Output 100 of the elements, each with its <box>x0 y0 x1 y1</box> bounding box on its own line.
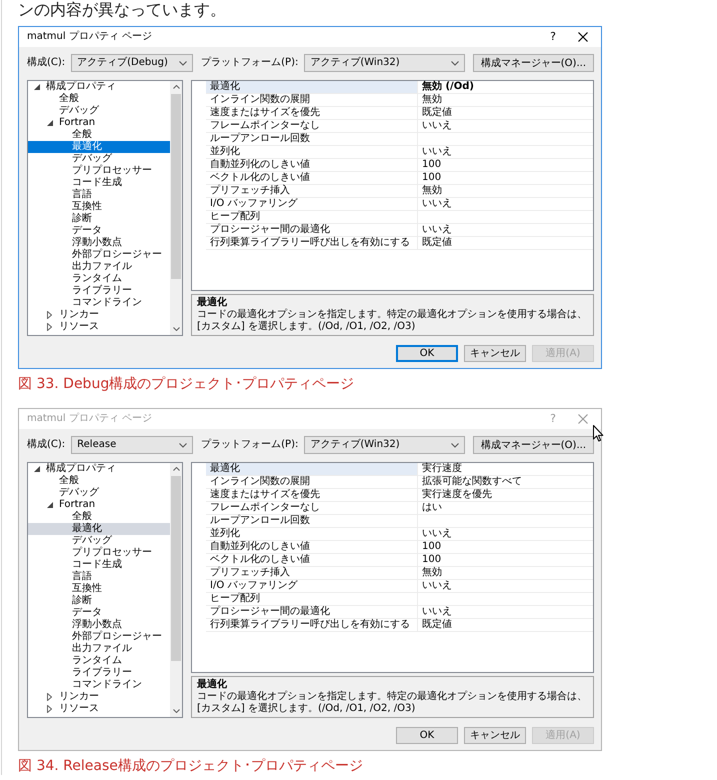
tree-item[interactable]: コード生成 <box>28 559 170 571</box>
property-name[interactable]: I/O バッファリング <box>206 198 418 211</box>
property-value[interactable]: 拡張可能な関数すべて <box>418 476 593 489</box>
tree-item[interactable]: 出力ファイル <box>28 261 170 273</box>
property-value[interactable]: 無効 (/Od) <box>418 81 593 94</box>
property-name[interactable]: プロシージャー間の最適化 <box>206 606 418 619</box>
tree-item[interactable]: コマンドライン <box>28 297 170 309</box>
caret-right-icon[interactable] <box>47 693 52 701</box>
tree-item[interactable]: デバッグ <box>28 105 170 117</box>
platform-dropdown[interactable]: アクティブ(Win32) <box>304 436 465 454</box>
caret-down-icon[interactable] <box>47 120 53 126</box>
caret-down-icon[interactable] <box>47 502 53 508</box>
property-value[interactable]: いいえ <box>418 528 593 541</box>
tree-item[interactable]: コード生成 <box>28 177 170 189</box>
property-value[interactable]: 実行速度を優先 <box>418 489 593 502</box>
property-value[interactable]: 100 <box>418 159 593 172</box>
tree-item[interactable]: 全般 <box>28 93 170 105</box>
property-name[interactable]: ループアンロール回数 <box>206 515 418 528</box>
tree-item[interactable]: プリプロセッサー <box>28 165 170 177</box>
tree-item[interactable]: データ <box>28 607 170 619</box>
property-value[interactable]: いいえ <box>418 224 593 237</box>
caret-right-icon[interactable] <box>47 323 52 331</box>
tree-item[interactable]: ライブラリー <box>28 667 170 679</box>
tree-item[interactable]: リンカー <box>28 691 170 703</box>
property-value[interactable]: 既定値 <box>418 619 593 632</box>
property-name[interactable]: インライン関数の展開 <box>206 94 418 107</box>
property-name[interactable]: ヒープ配列 <box>206 211 418 224</box>
tree-item[interactable]: Fortran <box>28 499 170 511</box>
property-value[interactable]: 100 <box>418 554 593 567</box>
property-name[interactable]: フレームポインターなし <box>206 120 418 133</box>
tree-item[interactable]: 外部プロシージャー <box>28 249 170 261</box>
property-value[interactable]: いいえ <box>418 606 593 619</box>
tree-item[interactable]: ライブラリー <box>28 285 170 297</box>
tree-item[interactable]: 最適化 <box>28 523 170 535</box>
chevron-up-icon[interactable] <box>172 467 180 471</box>
config-manager-button[interactable]: 構成マネージャー(O)... <box>472 54 594 72</box>
property-name[interactable]: フレームポインターなし <box>206 502 418 515</box>
tree-item[interactable]: 言語 <box>28 189 170 201</box>
tree-item[interactable]: 互換性 <box>28 583 170 595</box>
caret-right-icon[interactable] <box>47 311 52 319</box>
property-name[interactable]: ヒープ配列 <box>206 593 418 606</box>
caret-down-icon[interactable] <box>34 466 40 472</box>
tree-item[interactable]: ランタイム <box>28 273 170 285</box>
ok-button[interactable]: OK <box>396 345 458 362</box>
tree-item[interactable]: リンカー <box>28 309 170 321</box>
tree-item[interactable]: プリプロセッサー <box>28 547 170 559</box>
property-name[interactable]: 速度またはサイズを優先 <box>206 489 418 502</box>
tree-item[interactable]: デバッグ <box>28 487 170 499</box>
tree-item[interactable]: 全般 <box>28 475 170 487</box>
tree-item[interactable]: 診断 <box>28 595 170 607</box>
config-manager-button[interactable]: 構成マネージャー(O)... <box>472 436 594 454</box>
property-name[interactable]: 行列乗算ライブラリー呼び出しを有効にする <box>206 237 418 250</box>
tree-item[interactable]: Fortran <box>28 117 170 129</box>
property-name[interactable]: プリフェッチ挿入 <box>206 185 418 198</box>
property-name[interactable]: ベクトル化のしきい値 <box>206 172 418 185</box>
tree-item[interactable]: 診断 <box>28 213 170 225</box>
property-name[interactable]: プリフェッチ挿入 <box>206 567 418 580</box>
property-name[interactable]: 並列化 <box>206 146 418 159</box>
scrollbar[interactable] <box>170 463 182 717</box>
tree-item[interactable]: 出力ファイル <box>28 643 170 655</box>
tree-item[interactable]: 浮動小数点 <box>28 237 170 249</box>
property-name[interactable]: プロシージャー間の最適化 <box>206 224 418 237</box>
tree-item[interactable]: リソース <box>28 321 170 333</box>
help-button[interactable]: ? <box>546 29 560 45</box>
property-value[interactable]: いいえ <box>418 146 593 159</box>
property-name[interactable]: ループアンロール回数 <box>206 133 418 146</box>
property-value[interactable]: 無効 <box>418 94 593 107</box>
property-value[interactable]: いいえ <box>418 120 593 133</box>
scrollbar-thumb[interactable] <box>171 94 181 279</box>
chevron-down-icon[interactable] <box>172 709 180 713</box>
property-value[interactable]: 既定値 <box>418 107 593 120</box>
property-value[interactable]: 実行速度 <box>418 463 593 476</box>
tree-item[interactable]: 全般 <box>28 511 170 523</box>
property-value[interactable]: はい <box>418 502 593 515</box>
property-name[interactable]: 自動並列化のしきい値 <box>206 159 418 172</box>
config-dropdown[interactable]: Release <box>71 436 194 454</box>
caret-down-icon[interactable] <box>34 84 40 90</box>
property-value[interactable]: 100 <box>418 541 593 554</box>
scrollbar[interactable] <box>170 81 182 335</box>
property-value[interactable]: 無効 <box>418 567 593 580</box>
cancel-button[interactable]: キャンセル <box>464 727 526 744</box>
tree-item[interactable]: デバッグ <box>28 535 170 547</box>
tree-item[interactable]: 外部プロシージャー <box>28 631 170 643</box>
close-button[interactable] <box>576 30 590 44</box>
tree-item[interactable]: 全般 <box>28 129 170 141</box>
property-name[interactable]: 速度またはサイズを優先 <box>206 107 418 120</box>
tree-item[interactable]: 浮動小数点 <box>28 619 170 631</box>
config-dropdown[interactable]: アクティブ(Debug) <box>71 54 194 72</box>
property-name[interactable]: 最適化 <box>206 463 418 476</box>
caret-right-icon[interactable] <box>47 705 52 713</box>
tree-item[interactable]: 互換性 <box>28 201 170 213</box>
property-value[interactable]: 100 <box>418 172 593 185</box>
property-value[interactable]: いいえ <box>418 198 593 211</box>
property-name[interactable]: 自動並列化のしきい値 <box>206 541 418 554</box>
tree-item[interactable]: データ <box>28 225 170 237</box>
tree-item[interactable]: コマンドライン <box>28 679 170 691</box>
tree-item[interactable]: リソース <box>28 703 170 715</box>
property-value[interactable]: 既定値 <box>418 237 593 250</box>
cancel-button[interactable]: キャンセル <box>464 345 526 362</box>
chevron-down-icon[interactable] <box>172 327 180 331</box>
